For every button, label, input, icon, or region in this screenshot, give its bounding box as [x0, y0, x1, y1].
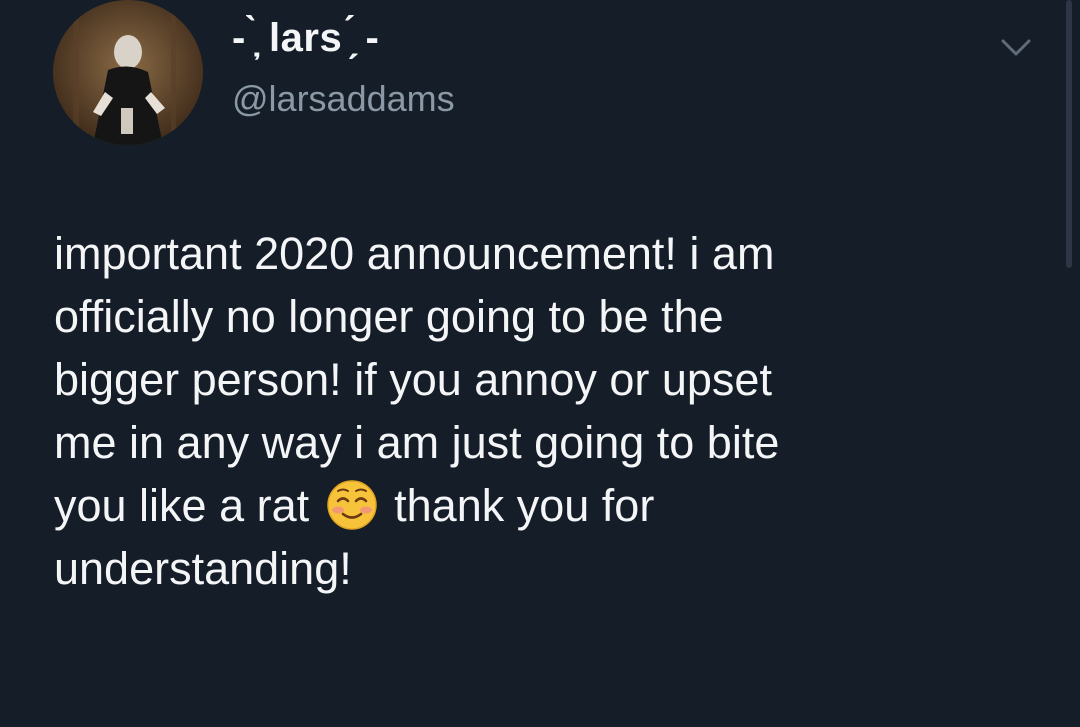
user-handle[interactable]: @larsaddams	[232, 78, 455, 120]
tweet-line: officially no longer going to be the	[54, 291, 724, 342]
avatar-image	[53, 0, 203, 145]
tweet-line: you like a rat thank you for	[54, 474, 1054, 537]
tweet-text-segment: thank you for	[394, 480, 655, 531]
tweet-line: me in any way i am just going to bite	[54, 417, 780, 468]
chevron-down-icon[interactable]	[1000, 36, 1032, 60]
avatar[interactable]	[53, 0, 203, 145]
tweet-card: - ̦̀ lars ̗́ - @larsaddams important 202…	[0, 0, 1080, 727]
tweet-body: important 2020 announcement! i am offici…	[54, 222, 1054, 600]
scrollbar[interactable]	[1066, 0, 1072, 268]
smiling-face-with-blush-emoji-icon	[326, 479, 378, 531]
tweet-line: understanding!	[54, 543, 352, 594]
tweet-text-segment: you like a rat	[54, 480, 310, 531]
display-name[interactable]: - ̦̀ lars ̗́ -	[232, 16, 379, 61]
tweet-line: important 2020 announcement! i am	[54, 228, 775, 279]
tweet-line: bigger person! if you annoy or upset	[54, 354, 772, 405]
